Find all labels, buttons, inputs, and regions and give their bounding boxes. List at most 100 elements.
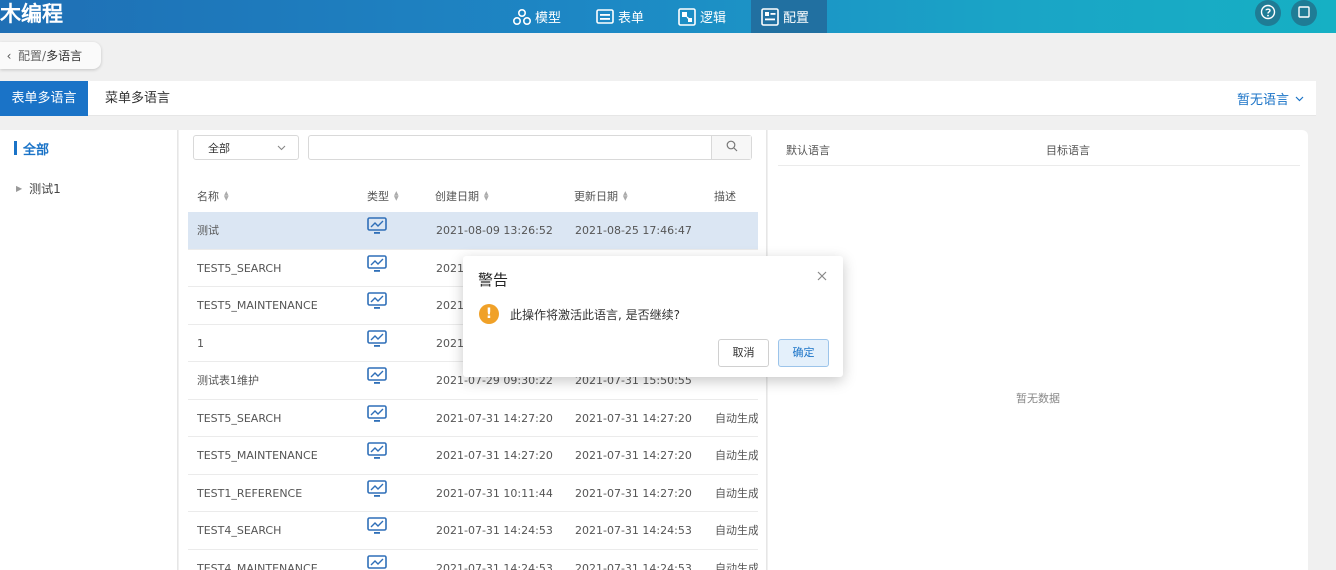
row-description: 自动生成 (715, 486, 758, 500)
row-name: TEST1_REFERENCE (197, 486, 303, 500)
close-button[interactable] (815, 270, 829, 284)
nav-config-label: 配置 (783, 11, 810, 26)
tab-bar: 表单多语言 菜单多语言 暂无语言 (0, 81, 1316, 116)
sort-icon: ▲ ▼ (224, 190, 229, 202)
breadcrumb-current: 多语言 (46, 49, 83, 63)
app-title: 木编程 (0, 2, 63, 26)
monitor-chart-icon (367, 292, 391, 314)
dialog-message: 此操作将激活此语言, 是否继续? (510, 308, 680, 322)
row-created-date: 2021-07-31 14:24:53 (436, 524, 553, 537)
chevron-down-icon (1295, 91, 1304, 106)
form-icon (596, 9, 614, 24)
row-created-date: 2021-07-31 14:27:20 (436, 449, 553, 462)
column-header-updated[interactable]: 更新日期 ▲ ▼ (574, 188, 628, 204)
row-description: 自动生成 (715, 524, 758, 537)
row-name: TEST4_MAINTENANCE (197, 561, 318, 570)
column-header-created-label: 创建日期 (435, 190, 479, 203)
language-select-value: 暂无语言 (1236, 93, 1289, 108)
filter-select[interactable]: 全部 (193, 135, 299, 160)
cancel-button[interactable]: 取消 (718, 339, 769, 367)
sort-icon: ▲ ▼ (484, 190, 489, 202)
column-header-updated-label: 更新日期 (574, 190, 618, 203)
caret-right-icon[interactable]: ▶ (16, 184, 22, 193)
row-description: 自动生成 (715, 449, 758, 462)
monitor-chart-icon (367, 442, 391, 464)
row-updated-date: 2021-07-31 14:27:20 (575, 449, 692, 462)
search-icon (726, 140, 738, 155)
breadcrumb: ‹ 配置 / 多语言 (0, 42, 101, 69)
language-select[interactable]: 暂无语言 (1237, 81, 1304, 116)
monitor-chart-icon (367, 404, 391, 427)
row-name: TEST5_MAINTENANCE (197, 299, 318, 312)
search-button[interactable] (711, 136, 751, 159)
table-row[interactable]: TEST5_MAINTENANCE 2021-07-31 14:27:20 2021… (188, 437, 758, 475)
row-created-date: 2021-07-31 14:27:20 (436, 411, 553, 425)
tree-node-label: 测试1 (29, 182, 61, 196)
warning-dialog: 警告 ! 此操作将激活此语言, 是否继续? 取消 确定 (463, 256, 843, 377)
translation-panel: 默认语言 目标语言 暂无数据 (768, 130, 1308, 570)
tab-form-i18n[interactable]: 表单多语言 (0, 81, 88, 116)
nav-model[interactable]: 模型 (513, 0, 561, 33)
row-description (715, 212, 758, 249)
default-language-header: 默认语言 (786, 144, 830, 157)
nav-logic-label: 逻辑 (700, 11, 727, 26)
tree-all[interactable]: 全部 (14, 140, 50, 158)
table-row[interactable]: 测试 2021-08-09 13:26:52 2021-08-25 17:46:47 (188, 212, 758, 250)
row-name: TEST5_SEARCH (197, 411, 282, 425)
row-name: TEST5_SEARCH (197, 261, 282, 275)
table-row[interactable]: TEST4_MAINTENANCE 2021-07-31 14:24:53 2021… (188, 550, 758, 570)
back-arrow-icon[interactable]: ‹ (0, 49, 18, 63)
window-icon (1298, 5, 1310, 21)
dialog-title: 警告 (478, 271, 509, 289)
row-name: 测试 (197, 224, 219, 237)
nav-logic[interactable]: 逻辑 (678, 0, 726, 33)
filter-select-value: 全部 (208, 141, 230, 155)
column-header-type[interactable]: 类型 ▲ ▼ (367, 188, 399, 204)
table-row[interactable]: TEST5_SEARCH 2021-07-31 14:27:20 2021-07-3… (188, 400, 758, 437)
column-header-name[interactable]: 名称 ▲ ▼ (197, 188, 229, 204)
row-name: 测试表1维护 (197, 374, 259, 387)
table-row[interactable]: TEST4_SEARCH 2021-07-31 14:24:53 2021-07-3… (188, 512, 758, 550)
search-input[interactable] (309, 136, 711, 159)
window-button[interactable] (1291, 0, 1317, 26)
monitor-chart-icon (367, 479, 391, 502)
chevron-down-icon (277, 141, 286, 154)
nav-form-label: 表单 (618, 11, 645, 26)
row-updated-date: 2021-07-31 14:27:20 (575, 411, 692, 425)
row-updated-date: 2021-07-31 14:27:20 (575, 486, 692, 500)
row-updated-date: 2021-07-31 14:24:53 (575, 561, 692, 570)
nav-config[interactable]: 配置 (751, 0, 827, 33)
monitor-chart-icon (367, 217, 391, 239)
row-updated-date: 2021-08-25 17:46:47 (575, 224, 692, 237)
confirm-button[interactable]: 确定 (778, 339, 829, 367)
breadcrumb-parent[interactable]: 配置 (18, 47, 42, 64)
target-language-header: 目标语言 (1046, 144, 1090, 157)
tree-panel: 全部 ▶ 测试1 (0, 130, 178, 570)
config-icon (761, 7, 779, 26)
column-header-name-label: 名称 (197, 190, 219, 203)
column-header-type-label: 类型 (367, 190, 389, 203)
row-description: 自动生成 (715, 411, 758, 425)
monitor-chart-icon (367, 554, 391, 570)
row-created-date: 2021-07-31 14:24:53 (436, 561, 553, 570)
nav-form[interactable]: 表单 (596, 0, 644, 33)
warning-icon: ! (479, 304, 499, 324)
logic-icon (678, 7, 696, 26)
row-name: TEST4_SEARCH (197, 524, 282, 537)
tab-menu-i18n[interactable]: 菜单多语言 (105, 81, 170, 116)
help-button[interactable] (1255, 0, 1281, 26)
search-box (308, 135, 752, 160)
tree-all-label: 全部 (23, 142, 50, 158)
table-row[interactable]: TEST1_REFERENCE 2021-07-31 10:11:44 2021-0… (188, 475, 758, 512)
monitor-chart-icon (367, 367, 391, 389)
row-name: 1 (197, 336, 204, 350)
tree-node[interactable]: ▶ 测试1 (16, 180, 61, 197)
row-description: 自动生成 (715, 561, 758, 570)
active-indicator (14, 141, 17, 155)
row-created-date: 2021-08-09 13:26:52 (436, 224, 553, 237)
app-header: 木编程 模型 表单 逻辑 配置 (0, 0, 1336, 33)
row-created-date: 2021-07-31 10:11:44 (436, 486, 553, 500)
nav-model-label: 模型 (535, 11, 562, 26)
column-header-created[interactable]: 创建日期 ▲ ▼ (435, 188, 489, 204)
monitor-chart-icon (367, 517, 391, 539)
